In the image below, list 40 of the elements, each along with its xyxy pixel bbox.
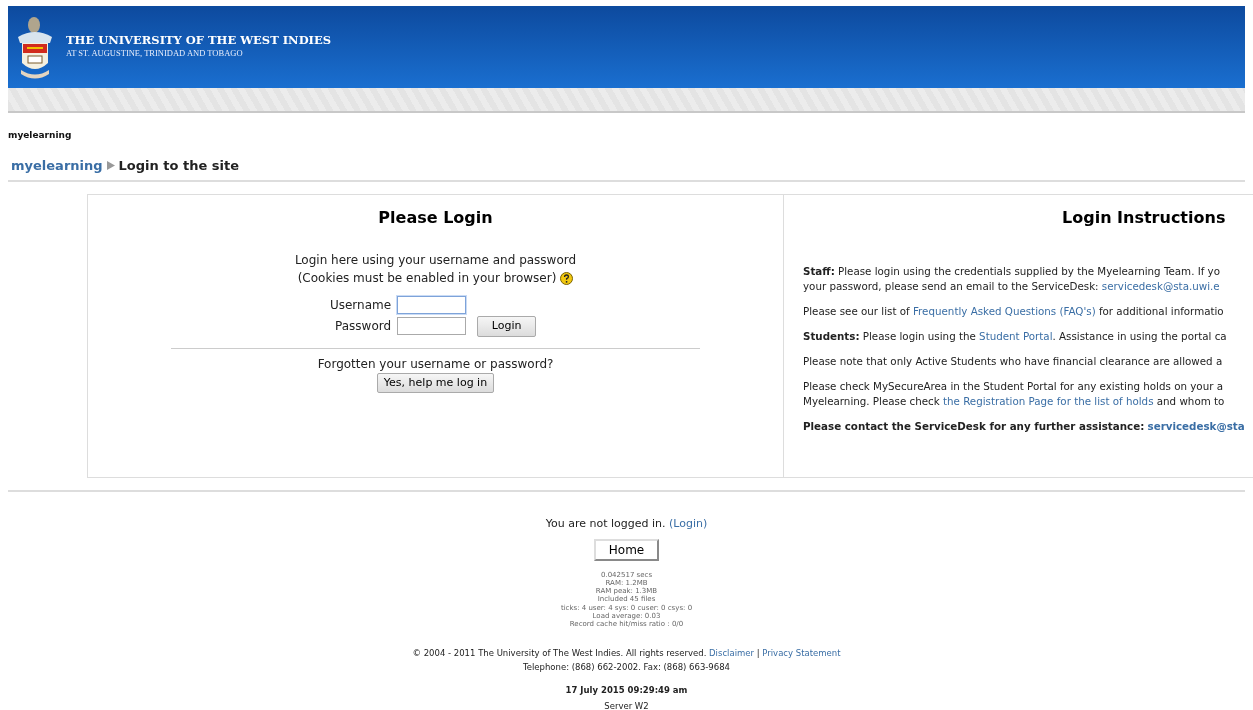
login-button[interactable]: Login	[476, 316, 537, 337]
instruction-text: Staff: Please login using the credentials supplied by the Myelearning Team. If yo	[803, 264, 1222, 280]
university-title: THE UNIVERSITY OF THE WEST INDIES	[66, 34, 332, 47]
instruction-link[interactable]: Frequently Asked Questions (FAQ's)	[912, 305, 1096, 318]
instruction-text: Please check MySecureArea in the Student Portal for any existing holds on your a	[803, 379, 1224, 395]
instruction-text: your password, please send an email to the ServiceDesk: servicedesk@sta.uwi.e	[803, 279, 1221, 295]
footer-link[interactable]: Disclaimer	[709, 647, 754, 658]
contact-info: Telephone: (868) 662-2002. Fax: (868) 663-9684	[523, 662, 730, 673]
input-field[interactable]	[397, 296, 467, 315]
forgot-text: Forgotten your username or password?	[317, 355, 554, 373]
server-name: Server W2	[604, 701, 649, 710]
instruction-text: Please see our list of Frequently Asked Questions (FAQ's) for additional informatio	[803, 304, 1225, 320]
login-intro: Login here using your username and password	[294, 252, 577, 270]
instruction-text: Myelearning. Please check the Registration Page for the list of holds and whom to	[803, 394, 1226, 410]
panel-heading: Please Login	[378, 208, 493, 228]
instruction-link[interactable]: the Registration Page for the list of holds	[943, 395, 1154, 408]
breadcrumb-link[interactable]: myelearning	[11, 155, 103, 175]
panel-heading: Login Instructions	[1062, 208, 1226, 228]
breadcrumb-current: Login to the site	[118, 156, 240, 175]
login-link[interactable]: (Login)	[669, 517, 708, 530]
instruction-text: Please note that only Active Students who have financial clearance are allowed a	[803, 354, 1224, 370]
site-name: myelearning	[8, 129, 72, 142]
footer-link[interactable]: Privacy Statement	[762, 647, 841, 658]
help-login-button[interactable]: Yes, help me log in	[376, 372, 495, 394]
field-label: Password	[335, 319, 392, 334]
help-icon[interactable]	[560, 271, 574, 285]
instruction-link[interactable]: servicedesk@sta.uwi.e	[1101, 280, 1220, 293]
instruction-link[interactable]: servicedesk@sta	[1147, 420, 1245, 433]
field-label: Username	[329, 298, 392, 313]
home-button[interactable]: Home	[593, 538, 660, 561]
campus-subtitle: AT ST. AUGUSTINE, TRINIDAD AND TOBAGO	[66, 46, 244, 60]
instruction-link[interactable]: Student Portal	[979, 330, 1053, 343]
instruction-text: Students: Please login using the Student Portal. Assistance in using the portal ca	[803, 329, 1228, 345]
copyright-text: © 2004 - 2011 The University of The West Indies. All rights reserved. Disclaimer | Privacy Statement	[412, 646, 841, 660]
login-status: You are not logged in. (Login)	[545, 516, 708, 532]
cookies-note: (Cookies must be enabled in your browser)	[297, 270, 557, 288]
breadcrumb-separator-icon	[106, 160, 115, 170]
instruction-text: Please contact the ServiceDesk for any further assistance: servicedesk@sta	[803, 419, 1246, 435]
date-time: 17 July 2015 09:29:49 am	[565, 684, 688, 695]
input-field[interactable]	[397, 317, 467, 336]
